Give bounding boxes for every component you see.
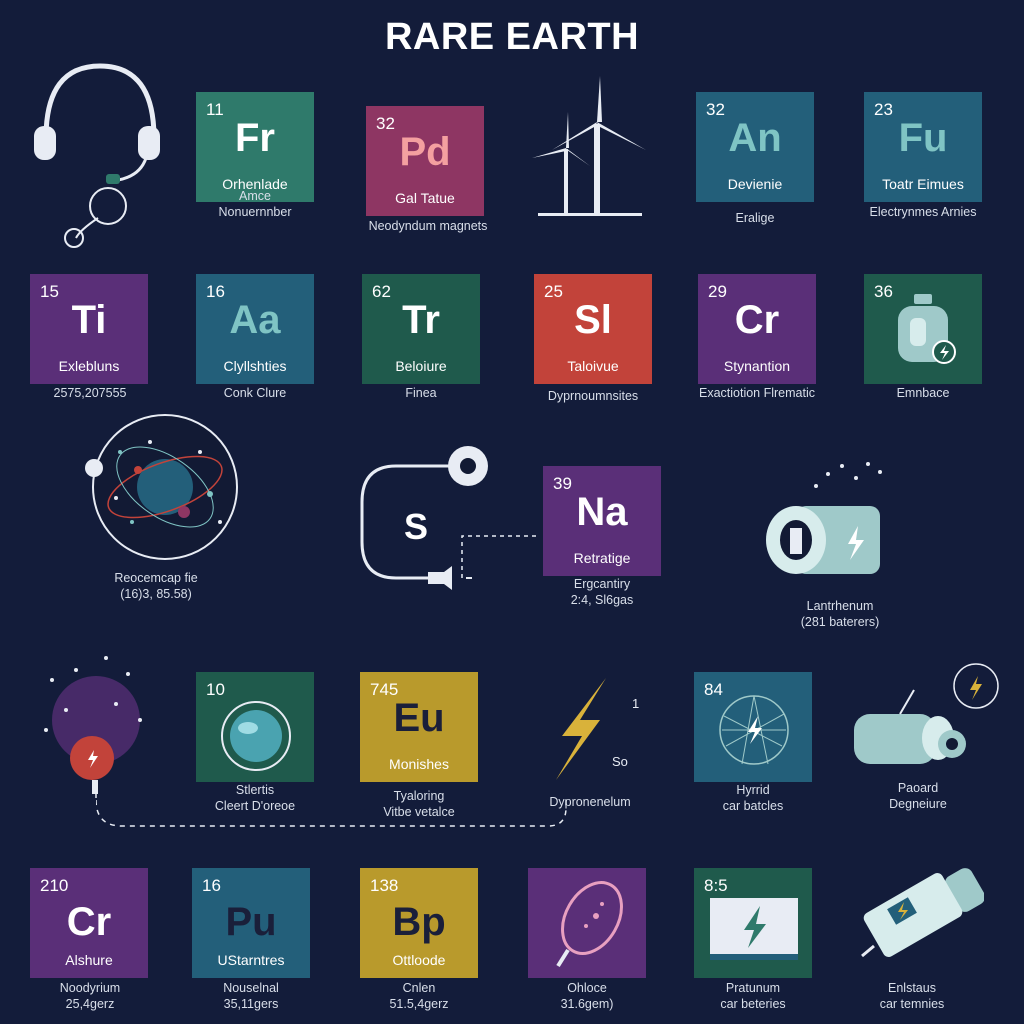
element-symbol: Ti [71, 298, 107, 342]
atom-galaxy-icon [80, 412, 250, 562]
element-name: Ottloode [392, 952, 446, 968]
wind-turbine-icon [528, 74, 652, 219]
caption-cr2: Noodyrium 25,4gerz [59, 981, 121, 1011]
element-symbol: Bp [392, 900, 446, 944]
element-name: Stynantion [723, 358, 791, 374]
lotion-bottle-icon [898, 294, 956, 364]
element-name: Clyllshties [223, 358, 287, 374]
element-symbol: Cr [734, 298, 780, 342]
caption-sphere: Stlertis Cleert D'oreoe [214, 783, 296, 813]
caption-net: Hyrrid car batcles [722, 783, 784, 813]
element-symbol: Fr [235, 116, 275, 160]
caption-motor: Paoard Degneiure [889, 781, 947, 811]
element-symbol: Sl [574, 298, 612, 342]
battery-cylinder-icon [756, 456, 906, 586]
element-name: Alshure [65, 952, 113, 968]
element-tile-aa[interactable]: 16 Aa Clyllshties [196, 274, 314, 384]
caption-battery: Lantrhenum (281 baterers) [800, 599, 880, 629]
caption-tr: Finea [405, 386, 437, 400]
motor-icon [840, 662, 1000, 782]
element-symbol: Pu [225, 900, 277, 944]
caption-atom: Reocemcap fie (16)3, 85.58) [114, 571, 198, 601]
sphere-icon [221, 701, 291, 771]
element-tile-pu[interactable]: 16 Pu UStarntres [192, 868, 310, 978]
caption-connector: Enlstaus car temnies [879, 981, 945, 1011]
caption-screen: Pratunum car beteries [720, 981, 786, 1011]
element-tile-sl[interactable]: 25 Sl Taloivue [534, 274, 652, 384]
element-symbol: Tr [402, 298, 440, 342]
element-name: Retratige [573, 550, 631, 566]
element-tile-cr2[interactable]: 210 Cr Alshure [30, 868, 148, 978]
element-tile-ti[interactable]: 15 Ti Exlebluns [30, 274, 148, 384]
bolt-side-label: So [612, 754, 628, 769]
element-tile-tr[interactable]: 62 Tr Beloiure [362, 274, 480, 384]
caption-na: Ergcantiry 2:4, Sl6gas [570, 577, 634, 607]
caption-lotion: Emnbace [896, 386, 950, 400]
element-tile-fr[interactable]: 11 Fr Orhenlade [196, 92, 314, 202]
caption-ti: 2575,207555 [53, 386, 127, 400]
element-symbol: Eu [393, 696, 445, 740]
element-name: Toatr Eimues [882, 176, 964, 192]
element-tile-an[interactable]: 32 An Devienie [696, 92, 814, 202]
circuit-s-icon: S [356, 446, 536, 596]
element-tile-pd[interactable]: 32 Pd Gal Tatue [366, 106, 484, 216]
page-title: RARE EARTH [384, 16, 640, 58]
atomic-number: 210 [40, 876, 69, 895]
element-symbol: Na [576, 490, 628, 534]
atomic-number: 8:5 [704, 876, 728, 895]
element-name: Beloiure [395, 358, 447, 374]
caption-an: Eralige [735, 211, 775, 225]
element-symbol: Fu [898, 116, 948, 160]
element-name: Monishes [389, 756, 449, 772]
caption-capsule: Ohloce 31.6gem) [560, 981, 614, 1011]
element-symbol: Cr [66, 900, 112, 944]
element-symbol: Pd [399, 130, 451, 174]
caption-cr: Exactiotion Flrematic [698, 386, 815, 400]
element-tile-capsule[interactable] [528, 868, 646, 978]
headphones-icon [28, 58, 168, 258]
caption-pu: Nouselnal 35,11gers [223, 981, 279, 1011]
caption-fr: Amce Nonuernnber [218, 189, 292, 219]
caption-bolt: Dypronenelum [549, 795, 631, 809]
caption-pd: Neodyndum magnets [368, 219, 488, 233]
network-globe-icon [719, 695, 789, 765]
element-tile-net[interactable]: 84 [694, 672, 812, 782]
element-tile-cr[interactable]: 29 Cr Stynantion [698, 274, 816, 384]
element-name: UStarntres [217, 952, 285, 968]
element-name: Gal Tatue [395, 190, 455, 206]
element-tile-eu[interactable]: 745 Eu Monishes [360, 672, 478, 782]
element-name: Devienie [727, 176, 783, 192]
lightning-bolt-icon [548, 676, 618, 786]
caption-sl: Dyprnoumnsites [547, 389, 639, 403]
bolt-side-number: 1 [632, 696, 640, 711]
element-tile-bp[interactable]: 138 Bp Ottloode [360, 868, 478, 978]
s-symbol: S [404, 506, 429, 547]
element-tile-screen[interactable]: 8:5 [694, 868, 812, 978]
element-tile-na[interactable]: 39 Na Retratige [543, 466, 661, 576]
caption-eu: Tyaloring Vitbe vetalce [383, 789, 455, 819]
element-name: Taloivue [567, 358, 619, 374]
caption-fu: Electrynmes Arnies [869, 205, 977, 219]
element-tile-sphere[interactable]: 10 [196, 672, 314, 782]
atomic-number: 16 [202, 876, 221, 895]
element-symbol: Aa [229, 298, 281, 342]
element-tile-lotion[interactable]: 36 [864, 274, 982, 384]
element-tile-fu[interactable]: 23 Fu Toatr Eimues [864, 92, 982, 202]
capsule-icon [556, 881, 623, 968]
screen-bolt-icon [710, 898, 798, 960]
element-symbol: An [728, 116, 782, 160]
atomic-number: 138 [370, 876, 399, 895]
caption-bp: Cnlen 51.5,4gerz [389, 981, 449, 1011]
connector-plug-icon [854, 864, 984, 974]
element-name: Exlebluns [58, 358, 120, 374]
caption-aa: Conk Clure [223, 386, 287, 400]
